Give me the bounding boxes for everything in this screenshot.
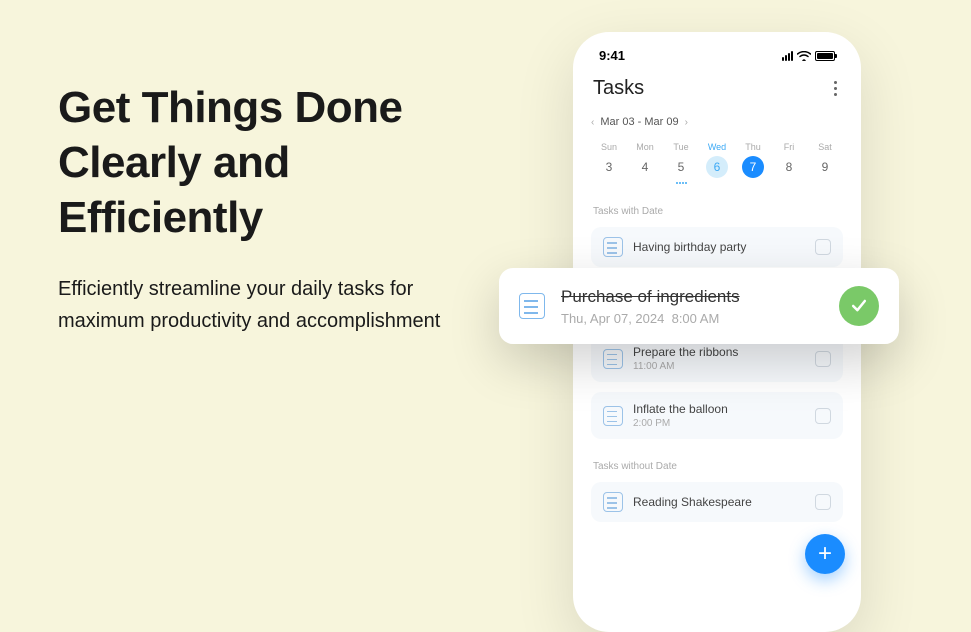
task-title: Inflate the balloon (633, 402, 805, 416)
task-row[interactable]: Having birthday party (591, 227, 843, 267)
date-range-label: Mar 03 - Mar 09 (600, 116, 678, 128)
day-tue[interactable]: Tue 5 (665, 142, 697, 184)
task-list-icon (519, 293, 545, 319)
day-sat[interactable]: Sat 9 (809, 142, 841, 184)
task-list-icon (603, 492, 623, 512)
day-mon[interactable]: Mon 4 (629, 142, 661, 184)
task-list-icon (603, 237, 623, 257)
plus-icon: + (818, 540, 832, 568)
page-title: Tasks (593, 77, 644, 100)
task-checkbox[interactable] (815, 408, 831, 424)
battery-icon (815, 51, 835, 61)
week-day-row: Sun 3 Mon 4 Tue 5 Wed 6 Thu 7 Fri 8 Sat … (591, 142, 843, 184)
completed-task-popup: Purchase of ingredients Thu, Apr 07, 202… (499, 268, 899, 344)
task-title: Having birthday party (633, 240, 805, 254)
popup-task-title: Purchase of ingredients (561, 287, 823, 307)
task-list-icon (603, 349, 623, 369)
wifi-icon (797, 51, 811, 61)
chevron-left-icon[interactable]: ‹ (591, 117, 594, 128)
task-row[interactable]: Reading Shakespeare (591, 482, 843, 522)
status-time: 9:41 (599, 48, 625, 63)
task-time: 2:00 PM (633, 418, 805, 429)
signal-icon (782, 51, 793, 61)
task-row[interactable]: Inflate the balloon 2:00 PM (591, 392, 843, 439)
date-range-selector[interactable]: ‹ Mar 03 - Mar 09 › (591, 116, 843, 128)
section-without-date: Tasks without Date (591, 461, 843, 472)
task-title: Reading Shakespeare (633, 495, 805, 509)
add-task-button[interactable]: + (805, 534, 845, 574)
task-title: Prepare the ribbons (633, 345, 805, 359)
task-list-icon (603, 406, 623, 426)
hero-subtitle: Efficiently streamline your daily tasks … (58, 273, 498, 337)
popup-task-datetime: Thu, Apr 07, 2024 8:00 AM (561, 311, 823, 326)
task-checkbox[interactable] (815, 351, 831, 367)
hero-copy: Get Things Done Clearly and Efficiently … (58, 80, 498, 337)
day-fri[interactable]: Fri 8 (773, 142, 805, 184)
day-wed[interactable]: Wed 6 (701, 142, 733, 184)
task-checkbox[interactable] (815, 239, 831, 255)
hero-headline: Get Things Done Clearly and Efficiently (58, 80, 498, 245)
day-thu[interactable]: Thu 7 (737, 142, 769, 184)
more-icon[interactable] (830, 77, 841, 100)
app-header: Tasks (591, 77, 843, 100)
day-sun[interactable]: Sun 3 (593, 142, 625, 184)
status-icons (782, 51, 835, 61)
task-time: 11:00 AM (633, 361, 805, 372)
check-complete-icon[interactable] (839, 286, 879, 326)
chevron-right-icon[interactable]: › (685, 117, 688, 128)
task-checkbox[interactable] (815, 494, 831, 510)
status-bar: 9:41 (591, 48, 843, 63)
section-with-date: Tasks with Date (591, 206, 843, 217)
